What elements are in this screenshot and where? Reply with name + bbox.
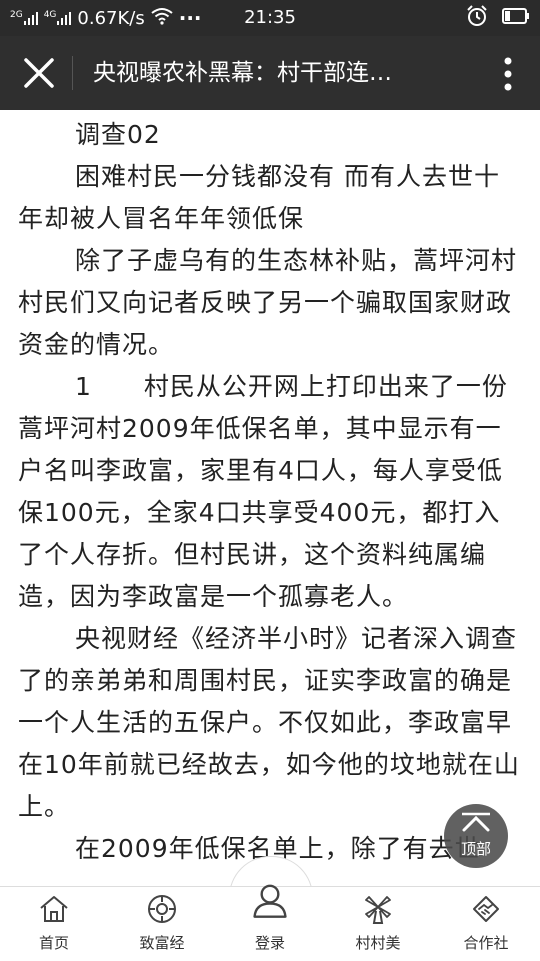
status-time: 21:35	[244, 7, 296, 28]
nav-label-home: 首页	[38, 934, 69, 952]
article-content: 调查02 困难村民一分钱都没有 而有人去世十年却被人冒名年年领低保 除了子虚乌有…	[18, 110, 522, 886]
bottom-nav: 首页 致富经 登录 村村美 合作社	[0, 884, 540, 961]
home-icon	[40, 896, 68, 922]
status-right	[466, 0, 530, 36]
title-separator	[72, 56, 73, 90]
nav-label-zhifujing: 致富经	[139, 934, 185, 952]
back-to-top-label: 顶部	[460, 840, 491, 858]
user-icon	[253, 884, 287, 918]
more-menu-button[interactable]	[498, 54, 518, 94]
close-button[interactable]	[14, 48, 64, 98]
close-icon	[24, 58, 54, 88]
nav-item-login[interactable]: 登录	[216, 884, 324, 961]
article-paragraph: 央视财经《经济半小时》记者深入调查了的亲弟弟和周围村民，证实李政富的确是一个人生…	[18, 624, 520, 821]
chevron-up-icon	[462, 812, 490, 832]
article-subheading: 困难村民一分钱都没有 而有人去世十年却被人冒名年年领低保	[18, 162, 500, 233]
windmill-icon	[365, 896, 391, 924]
nav-label-hezuoshe: 合作社	[463, 934, 509, 952]
nav-label-login: 登录	[254, 934, 285, 952]
compass-icon	[148, 895, 176, 923]
nav-item-zhifujing[interactable]: 致富经	[108, 887, 216, 961]
status-bar: 2G 4G 0.67K/s ··· 21:35	[0, 0, 540, 36]
nav-item-hezuoshe[interactable]: 合作社	[432, 887, 540, 961]
page-title: 央视曝农补黑幕：村干部连…	[93, 60, 392, 86]
title-bar: 央视曝农补黑幕：村干部连…	[0, 36, 540, 110]
article-paragraph: 除了子虚乌有的生态林补贴，蒿坪河村村民们又向记者反映了另一个骗取国家财政资金的情…	[18, 246, 518, 359]
more-vertical-icon	[504, 57, 512, 91]
alarm-icon	[466, 5, 488, 31]
back-to-top-button[interactable]: 顶部	[444, 804, 508, 868]
section-heading: 调查02	[75, 120, 161, 149]
nav-item-cuncunmei[interactable]: 村村美	[324, 887, 432, 961]
nav-item-home[interactable]: 首页	[0, 887, 108, 961]
nav-label-cuncunmei: 村村美	[355, 934, 401, 952]
battery-icon	[502, 8, 530, 28]
handshake-icon	[473, 896, 499, 922]
article-paragraph: 1 村民从公开网上打印出来了一份蒿坪河村2009年低保名单，其中显示有一户名叫李…	[18, 372, 508, 611]
